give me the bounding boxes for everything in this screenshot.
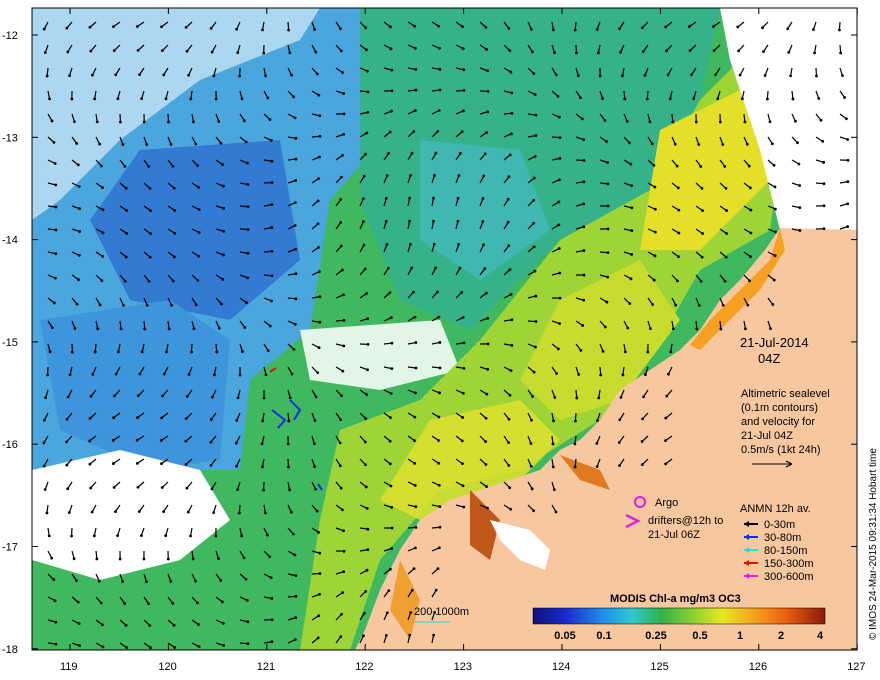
anmn-legend-label: 30-80m — [764, 532, 801, 544]
colorbar-title: MODIS Chl-a mg/m3 OC3 — [610, 593, 741, 605]
lat-tick-label: -16 — [2, 439, 18, 451]
drifters-label-2: 21-Jul 06Z — [648, 529, 700, 541]
drifters-label-1: drifters@12h to — [648, 515, 723, 527]
altimetry-line-2: (0.1m contours) — [741, 402, 818, 414]
colorbar-tick-label: 0.1 — [596, 630, 611, 642]
anmn-legend-label: 300-600m — [764, 571, 814, 583]
colorbar-tick-label: 4 — [817, 630, 824, 642]
colorbar-tick-label: 1 — [737, 630, 743, 642]
credit-text: © IMOS 24-Mar-2015 09:31:34 Hobart time — [868, 448, 879, 640]
lon-tick-label: 122 — [355, 661, 373, 673]
lon-tick-label: 124 — [552, 661, 570, 673]
lat-tick-label: -12 — [2, 30, 18, 42]
colorbar-tick-label: 2 — [778, 630, 784, 642]
lat-tick-label: -18 — [2, 644, 18, 656]
colorbar-tick-label: 0.05 — [554, 630, 575, 642]
chlorophyll-map: -12-13-14-15-16-17-18 119 120 121 122 123 124… — [2, 7, 879, 673]
lat-tick-label: -13 — [2, 132, 18, 144]
colorbar-tick-label: 0.5 — [692, 630, 707, 642]
lon-tick-label: 120 — [158, 661, 176, 673]
lon-tick-label: 121 — [257, 661, 275, 673]
map-date: 21-Jul-2014 — [740, 335, 809, 350]
altimetry-line-3: and velocity for — [741, 416, 815, 428]
colorbar-tick-label: 0.25 — [645, 630, 666, 642]
lon-tick-label: 125 — [650, 661, 668, 673]
altimetry-line-5: 0.5m/s (1kt 24h) — [741, 444, 820, 456]
lon-tick-label: 126 — [749, 661, 767, 673]
anmn-legend-label: 80-150m — [764, 545, 807, 557]
altimetry-line-1: Altimetric sealevel — [741, 388, 830, 400]
lat-tick-label: -14 — [2, 235, 18, 247]
map-plot-area — [32, 8, 857, 650]
lon-tick-label: 119 — [60, 661, 78, 673]
anmn-legend-label: 0-30m — [764, 519, 795, 531]
colorbar-gradient — [532, 607, 826, 625]
anmn-title: ANMN 12h av. — [740, 503, 811, 515]
lon-tick-label: 127 — [847, 661, 865, 673]
anmn-legend-label: 150-300m — [764, 558, 814, 570]
map-time: 04Z — [758, 351, 780, 366]
isobath-label: 200 1000m — [414, 606, 469, 618]
argo-label: Argo — [655, 497, 678, 509]
lon-tick-label: 123 — [454, 661, 472, 673]
lat-tick-label: -17 — [2, 542, 18, 554]
lat-tick-label: -15 — [2, 337, 18, 349]
altimetry-line-4: 21-Jul 04Z — [741, 430, 793, 442]
